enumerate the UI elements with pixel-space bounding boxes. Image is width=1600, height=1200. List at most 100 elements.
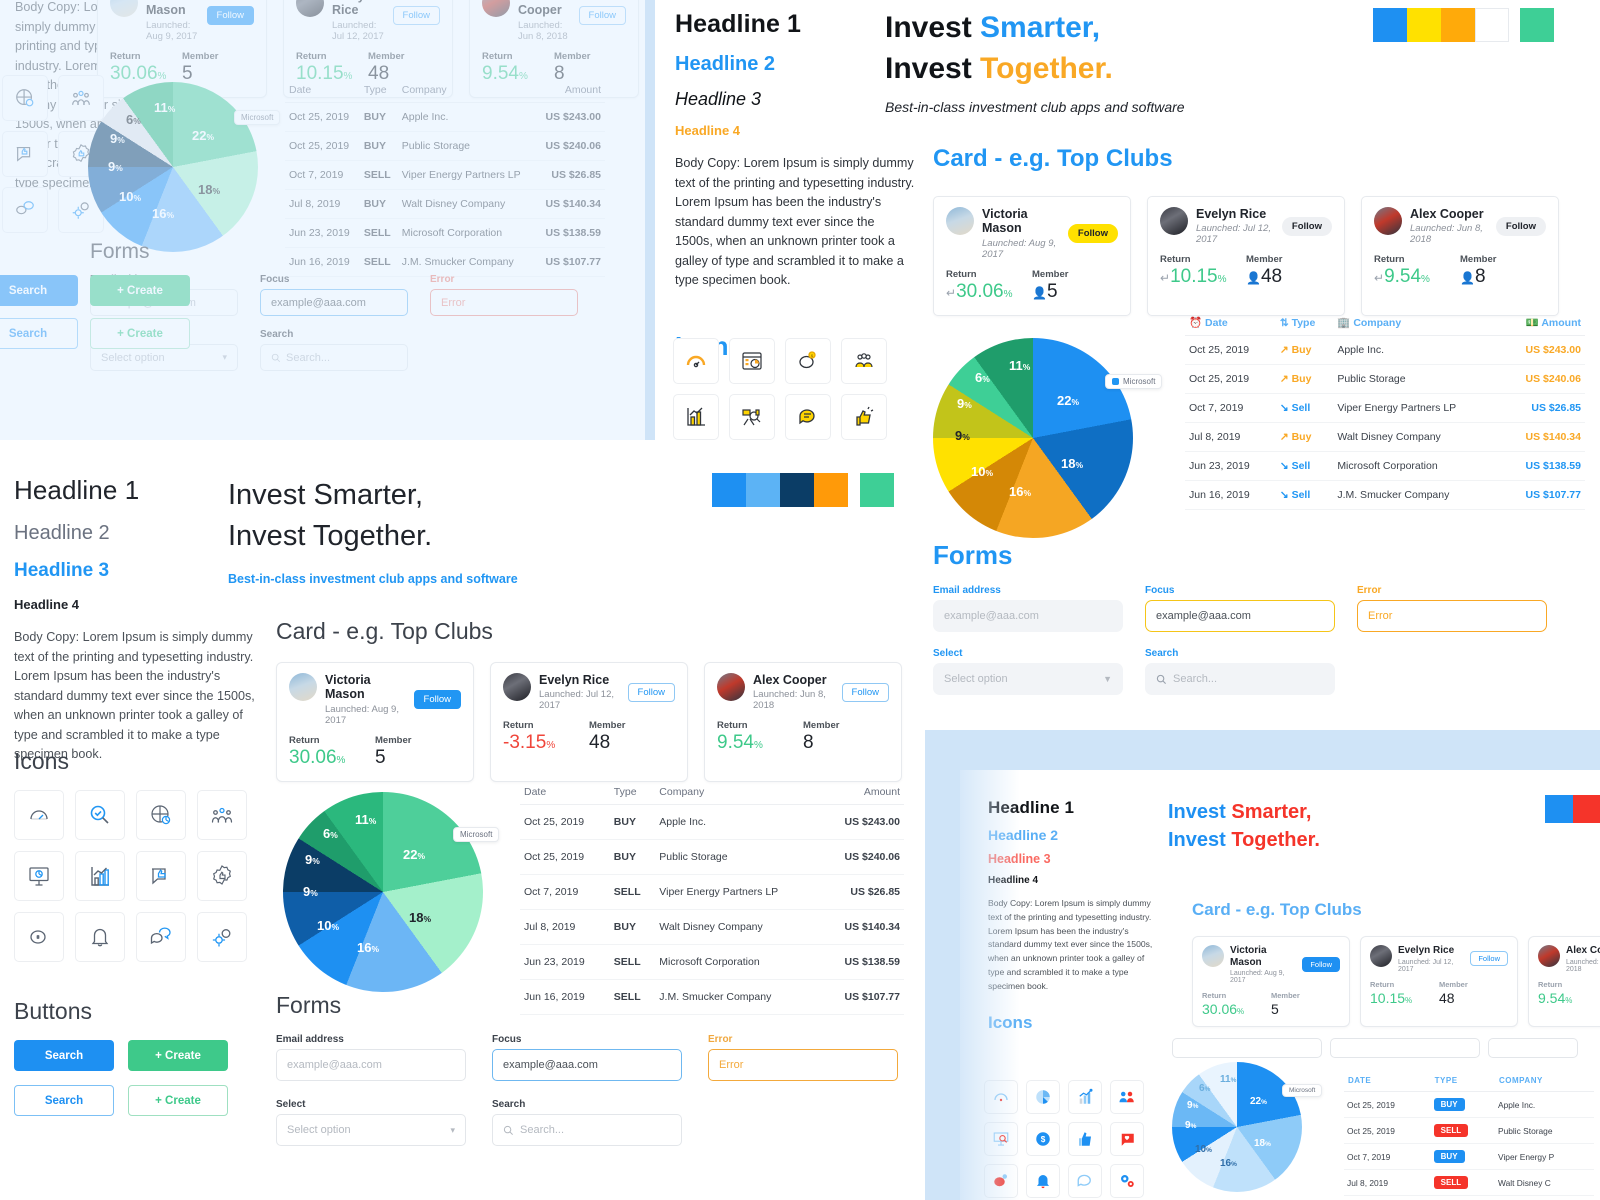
globe-pie-icon[interactable] bbox=[2, 75, 48, 121]
table-row[interactable]: Jun 23, 2019 SELL Microsoft Corporation US … bbox=[520, 944, 904, 980]
bar-chart-up-icon[interactable] bbox=[75, 851, 125, 901]
people-group-icon[interactable] bbox=[1110, 1080, 1144, 1114]
th-company[interactable]: 🏢 Company bbox=[1333, 310, 1502, 336]
select-input[interactable]: Select option ▼ bbox=[933, 663, 1123, 695]
follow-button[interactable]: Follow bbox=[627, 682, 675, 702]
search-button-outline[interactable]: Search bbox=[0, 318, 78, 349]
follow-button[interactable]: Follow bbox=[1470, 951, 1508, 967]
table-row[interactable]: Oct 7, 2019 BUY Viper Energy P bbox=[1344, 1143, 1594, 1170]
chat-bubbles-icon[interactable] bbox=[136, 912, 186, 962]
focus-input[interactable]: example@aaa.com bbox=[492, 1049, 682, 1081]
error-input[interactable]: Error bbox=[708, 1049, 898, 1081]
follow-button[interactable]: Follow bbox=[1495, 216, 1546, 236]
table-row[interactable]: Jun 23, 2019BUYMicrosoft Corp bbox=[1344, 1195, 1594, 1200]
presentation-search-icon[interactable] bbox=[729, 394, 775, 440]
th-type[interactable]: TYPE bbox=[1430, 1070, 1496, 1092]
th-amount[interactable]: 💵 Amount bbox=[1501, 310, 1585, 336]
error-input[interactable] bbox=[1488, 1038, 1578, 1058]
table-row[interactable]: Oct 7, 2019 SELL Viper Energy Partners LP U… bbox=[285, 160, 605, 190]
error-input[interactable]: Error bbox=[430, 289, 578, 316]
th-company[interactable]: Company bbox=[397, 78, 536, 103]
thumbs-up-chat-icon[interactable] bbox=[2, 131, 48, 177]
presentation-search-icon[interactable] bbox=[984, 1122, 1018, 1156]
club-card[interactable]: Evelyn Rice Launched: Jul 12, 2017 Follo… bbox=[1147, 196, 1345, 316]
club-card[interactable]: Victoria Mason Launched: Aug 9, 2017 Fol… bbox=[276, 662, 474, 782]
table-row[interactable]: Oct 25, 2019 BUY Apple Inc. US $243.00 bbox=[285, 102, 605, 132]
email-input[interactable]: example@aaa.com bbox=[933, 600, 1123, 632]
search-input[interactable]: Search... bbox=[1145, 663, 1335, 695]
th-date[interactable]: DATE bbox=[1344, 1070, 1431, 1092]
chat-bubbles-icon[interactable] bbox=[2, 187, 48, 233]
bar-chart-up-icon[interactable] bbox=[1068, 1080, 1102, 1114]
follow-button[interactable]: Follow bbox=[392, 5, 440, 25]
table-row[interactable]: Oct 25, 2019 ↗ Buy Public Storage US $240.0… bbox=[1185, 364, 1585, 394]
table-row[interactable]: Oct 7, 2019 ↘ Sell Viper Energy Partners L… bbox=[1185, 393, 1585, 423]
email-input[interactable]: example@aaa.com bbox=[276, 1049, 466, 1081]
table-row[interactable]: Oct 25, 2019 BUY Public Storage US $240.06 bbox=[285, 131, 605, 161]
search-button[interactable]: Search bbox=[0, 275, 78, 306]
gauge-icon[interactable] bbox=[984, 1080, 1018, 1114]
th-type[interactable]: Type bbox=[359, 78, 398, 103]
focus-input[interactable]: example@aaa.com bbox=[1145, 600, 1335, 632]
follow-button[interactable]: Follow bbox=[1281, 216, 1332, 236]
people-group-icon[interactable] bbox=[197, 790, 247, 840]
table-row[interactable]: Jul 8, 2019 BUY Walt Disney Company US $140… bbox=[520, 909, 904, 945]
th-type[interactable]: ⇅ Type bbox=[1275, 310, 1334, 336]
table-row[interactable]: Jun 16, 2019 ↘ Sell J.M. Smucker Company US… bbox=[1185, 480, 1585, 510]
dashboard-pie-icon[interactable] bbox=[729, 338, 775, 384]
search-button-outline[interactable]: Search bbox=[14, 1085, 114, 1116]
follow-button[interactable]: Follow bbox=[578, 5, 626, 25]
focus-input[interactable]: example@aaa.com bbox=[260, 289, 408, 316]
piggy-bank-icon[interactable] bbox=[984, 1164, 1018, 1198]
bell-icon[interactable] bbox=[1026, 1164, 1060, 1198]
focus-input[interactable] bbox=[1330, 1038, 1480, 1058]
people-group-icon[interactable] bbox=[841, 338, 887, 384]
table-row[interactable]: Oct 25, 2019 BUY Public Storage US $240.06 bbox=[520, 839, 904, 875]
follow-button[interactable]: Follow bbox=[1302, 957, 1340, 972]
th-date[interactable]: ⏰ Date bbox=[1185, 310, 1276, 336]
bell-icon[interactable] bbox=[75, 912, 125, 962]
club-card[interactable]: Victoria Mason Launched: Aug 9, 2017 Fol… bbox=[933, 196, 1131, 316]
club-card[interactable]: Evelyn Rice Launched: Jul 12, 2017 Follo… bbox=[490, 662, 688, 782]
table-row[interactable]: Oct 25, 2019 ↗ Buy Apple Inc. US $243.00 bbox=[1185, 335, 1585, 365]
piggy-bank-icon[interactable]: $ bbox=[785, 338, 831, 384]
table-row[interactable]: Oct 25, 2019 SELL Public Storage bbox=[1344, 1117, 1594, 1144]
pie-chart-icon[interactable] bbox=[1026, 1080, 1060, 1114]
bar-chart-up-icon[interactable] bbox=[673, 394, 719, 440]
chat-bubble-icon[interactable] bbox=[1068, 1164, 1102, 1198]
create-button[interactable]: + Create bbox=[90, 275, 190, 306]
thumbs-up-icon[interactable] bbox=[841, 394, 887, 440]
club-card[interactable]: Alex Cooper Launched: Jun 8, 2018 Follow… bbox=[704, 662, 902, 782]
follow-button[interactable]: Follow bbox=[1067, 223, 1118, 243]
th-company[interactable]: COMPANY bbox=[1495, 1070, 1594, 1092]
create-button-outline[interactable]: + Create bbox=[90, 318, 190, 349]
club-card[interactable]: Alex Cooper Launched: Jun 8, 2018 Follow… bbox=[1361, 196, 1559, 316]
club-card[interactable]: Evelyn Rice Launched: Jul 12, 2017 Follo… bbox=[1360, 936, 1518, 1027]
th-amount[interactable]: Amount bbox=[821, 780, 904, 805]
gauge-icon[interactable] bbox=[14, 790, 64, 840]
th-company[interactable]: Company bbox=[655, 780, 822, 805]
gauge-icon[interactable] bbox=[673, 338, 719, 384]
thumbs-up-icon[interactable] bbox=[1068, 1122, 1102, 1156]
table-row[interactable]: Oct 7, 2019 SELL Viper Energy Partners LP U… bbox=[520, 874, 904, 910]
gears-icon[interactable] bbox=[197, 912, 247, 962]
heart-chat-icon[interactable] bbox=[1110, 1122, 1144, 1156]
presentation-pie-icon[interactable] bbox=[14, 851, 64, 901]
table-row[interactable]: Oct 25, 2019 BUY Apple Inc. bbox=[1344, 1091, 1594, 1118]
table-row[interactable]: Jul 8, 2019 BUY Walt Disney Company US $140… bbox=[285, 189, 605, 219]
table-row[interactable]: Jun 23, 2019 ↘ Sell Microsoft Corporation U… bbox=[1185, 451, 1585, 481]
follow-button[interactable]: Follow bbox=[413, 689, 461, 709]
club-card[interactable]: Victoria Mason Launched: Aug 9, 2017 Fol… bbox=[1192, 936, 1350, 1027]
thumbs-up-chat-icon[interactable] bbox=[136, 851, 186, 901]
table-row[interactable]: Jul 8, 2019 ↗ Buy Walt Disney Company US $1… bbox=[1185, 422, 1585, 452]
table-row[interactable]: Jul 8, 2019 SELL Walt Disney C bbox=[1344, 1169, 1594, 1196]
follow-button[interactable]: Follow bbox=[206, 5, 254, 25]
email-input[interactable] bbox=[1172, 1038, 1322, 1058]
badge-thumbs-up-icon[interactable] bbox=[197, 851, 247, 901]
create-button-outline[interactable]: + Create bbox=[128, 1085, 228, 1116]
select-input[interactable]: Select option ▾ bbox=[276, 1114, 466, 1146]
table-row[interactable]: Oct 25, 2019 BUY Apple Inc. US $243.00 bbox=[520, 804, 904, 840]
th-date[interactable]: Date bbox=[520, 780, 610, 805]
th-date[interactable]: Date bbox=[285, 78, 360, 103]
dollar-coin-icon[interactable]: $ bbox=[1026, 1122, 1060, 1156]
